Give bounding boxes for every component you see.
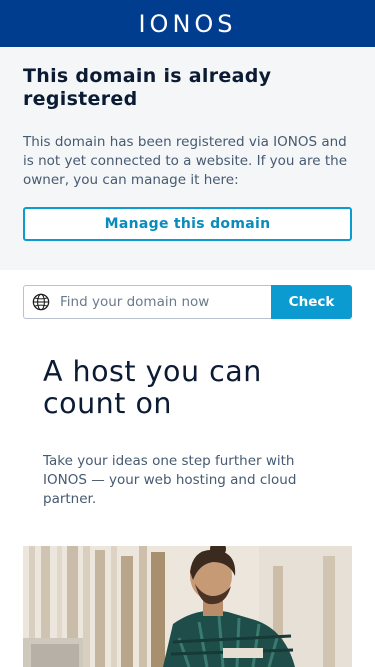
hero-title: A host you can count on xyxy=(43,355,262,420)
search-box xyxy=(23,285,271,319)
domain-search-input[interactable] xyxy=(60,294,271,310)
domain-registered-notice: This domain is already registered This d… xyxy=(0,47,375,270)
domain-search: Check xyxy=(23,285,352,319)
globe-icon xyxy=(32,293,50,311)
person-working-image xyxy=(23,546,352,667)
notice-title: This domain is already registered xyxy=(23,65,272,110)
hero-text: Take your ideas one step further with IO… xyxy=(43,453,297,507)
notice-body: This domain has been registered via IONO… xyxy=(23,134,348,188)
ionos-logo[interactable]: IONOS xyxy=(138,10,236,38)
hero-photo xyxy=(23,546,352,667)
manage-domain-button[interactable]: Manage this domain xyxy=(23,207,352,241)
check-button[interactable]: Check xyxy=(271,285,352,319)
top-header: IONOS xyxy=(0,0,375,47)
